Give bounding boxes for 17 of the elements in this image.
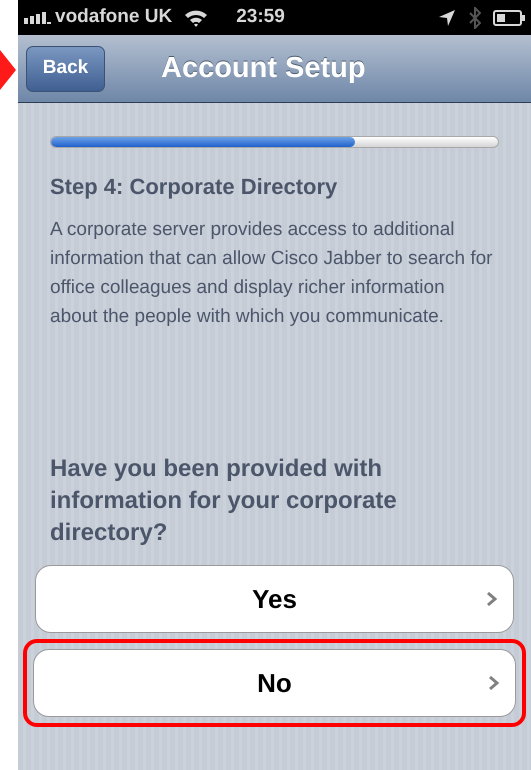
- answer-button[interactable]: No: [33, 649, 516, 717]
- chevron-icon: [486, 591, 497, 607]
- carrier-name: vodafone UK: [55, 5, 172, 30]
- location-arrow-icon: [439, 10, 455, 26]
- pointer-arrow-icon: [0, 50, 16, 90]
- step-title: Step 4: Corporate Directory: [50, 173, 338, 201]
- description-text: A corporate server provides access to additional information that can allow Cisco Jabber to search for office colleagues and display richer information about the people with which you communicate.: [50, 218, 494, 329]
- battery-icon: [493, 10, 525, 26]
- screen-title: Account Setup: [161, 50, 366, 86]
- bluetooth-icon: [469, 6, 481, 28]
- chevron-icon: [488, 675, 499, 691]
- back-button[interactable]: Back: [26, 46, 105, 92]
- wifi-icon: [184, 8, 208, 26]
- signal-icon: [24, 12, 52, 24]
- answer-button[interactable]: Yes: [35, 565, 514, 633]
- question-text: Have you been provided with information for your corporate directory?: [50, 454, 398, 548]
- clock-time: 23:59: [236, 5, 285, 30]
